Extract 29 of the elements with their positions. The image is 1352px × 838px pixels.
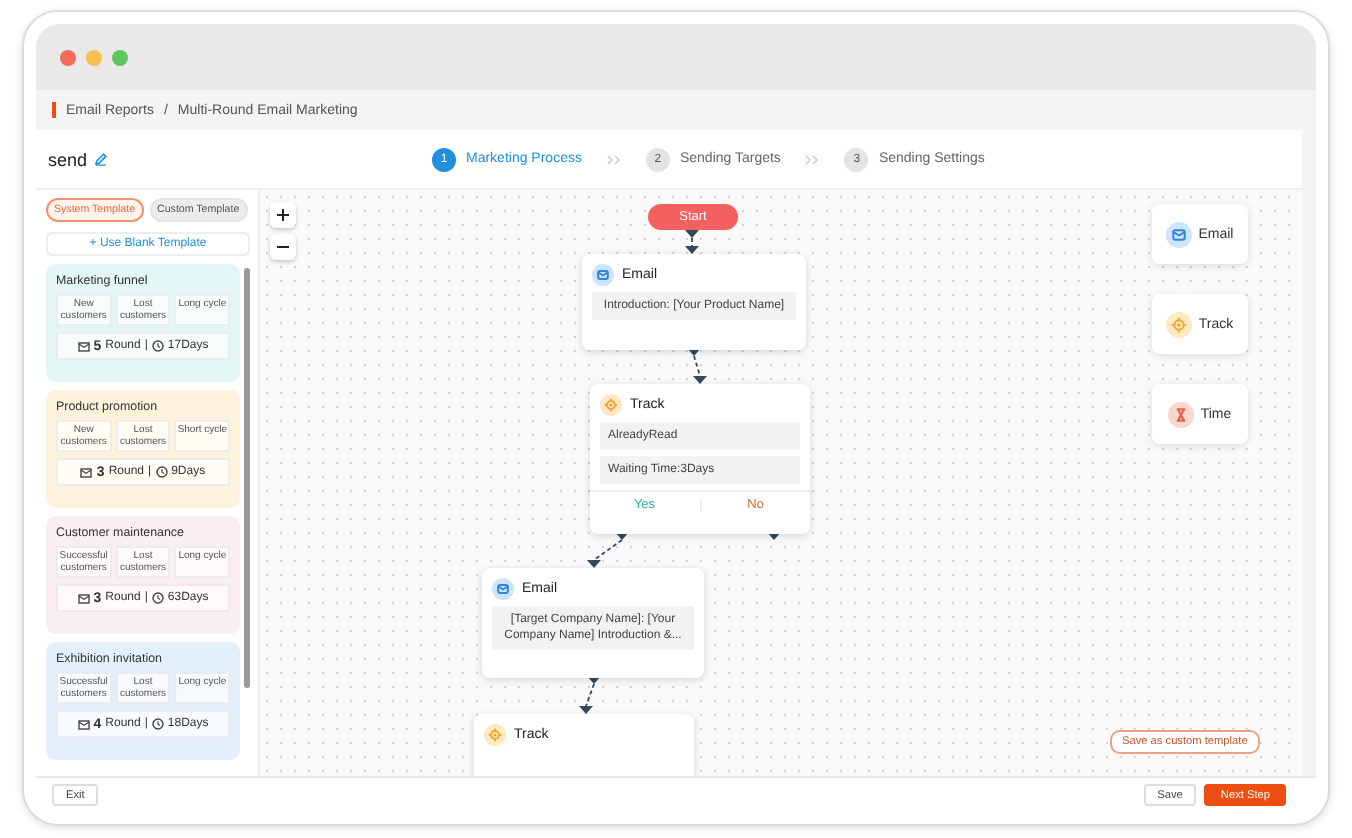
clock-icon: [151, 718, 164, 730]
envelope-icon: [77, 593, 90, 603]
envelope-icon: [77, 719, 90, 729]
accent-bar-icon: [52, 102, 56, 118]
target-icon: [600, 394, 622, 416]
clock-icon: [151, 340, 164, 352]
target-icon: [484, 724, 506, 746]
envelope-icon: [1166, 221, 1193, 247]
zoom-in-button[interactable]: [270, 202, 296, 228]
pencil-icon: [93, 152, 108, 166]
window-control-dot[interactable]: [112, 49, 128, 65]
target-icon: [1166, 311, 1193, 337]
hourglass-icon: [1168, 401, 1195, 427]
window-control-dot[interactable]: [60, 49, 76, 65]
clock-icon: [151, 592, 164, 604]
window-control-dot[interactable]: [86, 49, 102, 65]
envelope-icon: [492, 578, 514, 600]
page-title: send: [48, 149, 88, 169]
scrollbar-thumb[interactable]: [244, 268, 250, 688]
envelope-icon: [80, 467, 93, 477]
envelope-icon: [77, 341, 90, 351]
envelope-icon: [592, 264, 614, 286]
connector-arrow: [685, 230, 699, 254]
minus-icon: [276, 240, 290, 254]
zoom-out-button[interactable]: [270, 234, 296, 260]
clock-icon: [155, 466, 168, 478]
double-chevron-icon: [804, 153, 821, 165]
plus-icon: [276, 208, 290, 222]
double-chevron-icon: [605, 153, 622, 165]
